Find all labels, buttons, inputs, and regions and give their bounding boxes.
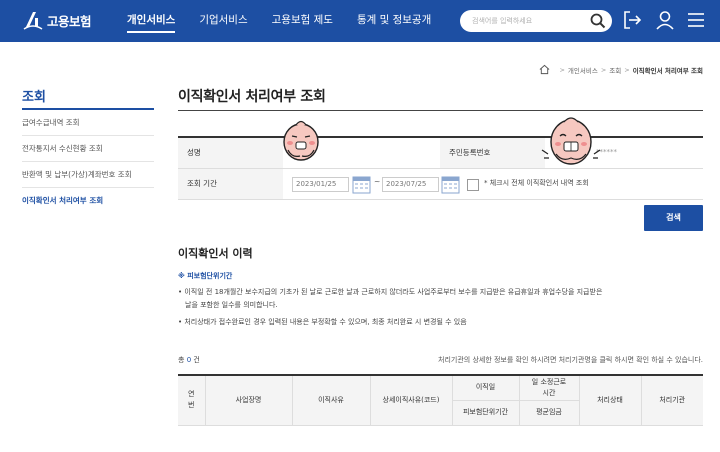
col-header-agency: 처리기관 — [640, 374, 703, 426]
search-icon[interactable] — [590, 13, 606, 29]
note-bullet-continuation: 날을 포함한 일수를 의미합니다. — [185, 301, 278, 309]
breadcrumb-inquiry[interactable]: 조회 — [609, 65, 621, 75]
breadcrumb-separator: > — [559, 65, 565, 74]
date-to-input[interactable]: 2023/07/25 — [382, 177, 439, 192]
logo[interactable]: 고용보험 — [22, 9, 92, 31]
logo-text: 고용보험 — [47, 13, 92, 29]
result-table: 연 번 사업장명 이직사유 상세이직사유(코드) 이직일 일 소정근로 시간 처… — [178, 374, 703, 426]
main-nav: 개인서비스 기업서비스 고용보험 제도 통계 및 정보공개 — [127, 12, 455, 33]
nav-statistics[interactable]: 통계 및 정보공개 — [357, 12, 431, 27]
nav-personal-services[interactable]: 개인서비스 — [127, 12, 176, 33]
col-header-reason: 이직사유 — [291, 374, 371, 426]
sidebar-title: 조회 — [22, 86, 154, 110]
count-suffix: 건 — [193, 356, 200, 364]
col-header-work-hours-2: 시간 — [542, 388, 556, 397]
history-title: 이직확인서 이력 — [178, 247, 253, 260]
nav-insurance-system[interactable]: 고용보험 제도 — [272, 12, 333, 27]
rrn-label: 주민등록번호 — [440, 138, 545, 168]
sidebar-item-e-notice[interactable]: 전자통지서 수신현황 조회 — [22, 136, 154, 162]
sidebar-item-refund-account[interactable]: 반환액 및 납부(가상)계좌번호 조회 — [22, 162, 154, 188]
menu-icon[interactable] — [686, 10, 706, 30]
note-bullet: • 이직일 전 18개월간 보수지급의 기초가 된 날로 근로한 날과 근로하지… — [178, 288, 603, 296]
all-history-checkbox[interactable] — [467, 179, 479, 191]
col-header-detail-reason: 상세이직사유(코드) — [369, 374, 453, 426]
col-header-no-1: 연 — [188, 390, 195, 399]
form-row-period: 조회 기간 2023/01/25 ~ 2023/07/25 * 체크시 전체 이… — [178, 169, 703, 200]
top-header: 고용보험 개인서비스 기업서비스 고용보험 제도 통계 및 정보공개 — [0, 0, 720, 42]
count-value: 0 — [186, 356, 192, 364]
search-form: 성명 주민등록번호 ****** 조회 기간 2023/01/25 ~ 2023… — [178, 136, 703, 200]
breadcrumb: > 개인서비스 > 조회 > 이직확인서 처리여부 조회 — [539, 64, 703, 75]
header-search — [460, 10, 612, 32]
col-header-no: 연 번 — [178, 374, 206, 426]
col-header-no-2: 번 — [188, 401, 195, 410]
date-from-input[interactable]: 2023/01/25 — [292, 177, 349, 192]
col-header-avg-wage: 평균임금 — [518, 399, 579, 426]
all-history-checkbox-label: * 체크시 전체 이직확인서 내역 조회 — [484, 179, 589, 187]
page-title: 이직확인서 처리여부 조회 — [178, 89, 326, 105]
sidebar-item-separation-certificate[interactable]: 이직확인서 처리여부 조회 — [22, 188, 154, 214]
login-icon[interactable] — [622, 10, 642, 30]
count-prefix: 총 — [178, 356, 185, 364]
calendar-icon[interactable] — [352, 175, 371, 194]
table-header-row: 연 번 사업장명 이직사유 상세이직사유(코드) 이직일 일 소정근로 시간 처… — [178, 374, 703, 426]
result-count: 총 0 건 — [178, 355, 200, 365]
title-divider — [178, 110, 703, 111]
breadcrumb-personal-services[interactable]: 개인서비스 — [568, 65, 598, 75]
peach-sticker-icon — [283, 120, 319, 161]
sidebar: 조회 급여수급내역 조회 전자통지서 수신현황 조회 반환액 및 납부(가상)계… — [22, 86, 154, 214]
note-title: ※ 피보험단위기간 — [178, 272, 233, 280]
home-icon[interactable] — [539, 64, 550, 75]
note-bullet: • 처리상태가 접수완료인 경우 입력된 내용은 부정확할 수 있으며, 최종 … — [178, 318, 467, 326]
col-header-company: 사업장명 — [204, 374, 293, 426]
breadcrumb-current: 이직확인서 처리여부 조회 — [632, 66, 703, 75]
peach-laughing-sticker-icon — [541, 117, 601, 165]
date-range-separator: ~ — [374, 177, 381, 186]
breadcrumb-separator: > — [600, 65, 607, 74]
logo-mark-icon — [23, 12, 43, 30]
table-note: 처리기관의 상세한 정보를 확인 하시려면 처리기관명을 클릭 하시면 확인 하… — [438, 356, 703, 364]
nav-business-services[interactable]: 기업서비스 — [199, 12, 247, 27]
period-label: 조회 기간 — [178, 169, 283, 199]
col-header-leave-date: 이직일 — [451, 374, 520, 401]
col-header-work-hours-1: 일 소정근로 — [531, 377, 567, 386]
form-row-name: 성명 주민등록번호 ****** — [178, 138, 703, 169]
search-input[interactable] — [472, 14, 587, 28]
user-icon[interactable] — [655, 10, 675, 30]
sidebar-item-benefit-history[interactable]: 급여수급내역 조회 — [22, 110, 154, 136]
calendar-icon[interactable] — [441, 175, 460, 194]
col-header-work-hours: 일 소정근로 시간 — [518, 374, 580, 401]
search-button[interactable]: 검색 — [644, 205, 703, 231]
name-label: 성명 — [178, 138, 283, 168]
col-header-status: 처리상태 — [578, 374, 642, 426]
col-header-insured-period: 피보험단위기간 — [452, 399, 520, 426]
breadcrumb-separator: > — [624, 65, 630, 74]
